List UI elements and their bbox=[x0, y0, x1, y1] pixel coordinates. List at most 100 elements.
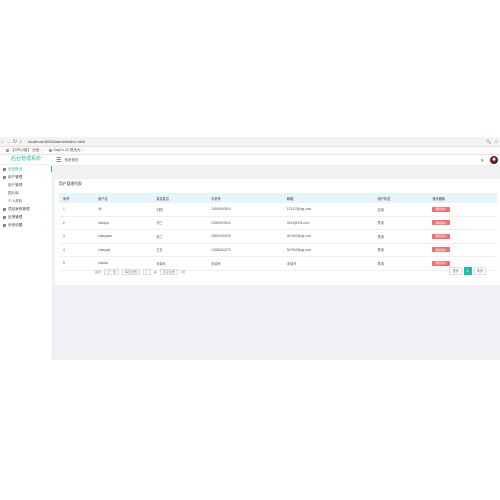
cell-realname: 刘阳 bbox=[152, 203, 208, 217]
pager-pages: 1页 bbox=[180, 270, 186, 274]
home-icon[interactable]: ⌂ bbox=[18, 139, 24, 145]
pager-first[interactable]: 首页 bbox=[95, 270, 101, 274]
delete-user-button[interactable]: 删除用户 bbox=[432, 206, 450, 212]
menu-toggle-icon[interactable]: ☰ bbox=[56, 157, 61, 164]
column-header: 操作删除 bbox=[428, 193, 497, 203]
user-icon bbox=[3, 175, 6, 179]
cell-index: 4 bbox=[59, 243, 95, 257]
table-header-row: 序号 用户名 真实姓名 手机号 邮箱 用户状态 操作删除 bbox=[59, 193, 497, 203]
bookmark-icon bbox=[6, 149, 9, 152]
pagination-info: 首页 上一页 每页条数 1 第 共总条数 1页 bbox=[95, 269, 185, 275]
column-header: 邮箱 bbox=[282, 193, 374, 203]
breadcrumb: 系统首页 bbox=[64, 157, 79, 162]
cell-status: 禁用 bbox=[373, 243, 429, 257]
cell-action: 删除用户 bbox=[428, 216, 497, 230]
sidebar-group-settings[interactable]: 系统设置 ⌄ bbox=[0, 221, 52, 229]
table-row: 1 lhl 刘阳 15180000000 123123@qq.com 启用 删除… bbox=[59, 203, 497, 217]
user-table: 序号 用户名 真实姓名 手机号 邮箱 用户状态 操作删除 1 lhl 刘阳 15 bbox=[59, 193, 497, 271]
column-header: 手机号 bbox=[207, 193, 283, 203]
cell-status: 禁用 bbox=[373, 216, 429, 230]
chevron-down-icon: ⌄ bbox=[41, 223, 44, 227]
bell-icon[interactable]: ✎ bbox=[481, 158, 484, 163]
app-screenshot: ← → ↻ ⌂ localhost:8080/admin/index.html … bbox=[0, 137, 500, 360]
column-header: 用户状态 bbox=[373, 193, 429, 203]
cell-index: 3 bbox=[59, 229, 95, 244]
pagination: 首页 1 末页 bbox=[449, 267, 486, 275]
avatar[interactable] bbox=[490, 156, 498, 164]
table-row: 4 zhangsa 王五 13335281273 567542@qq.com 禁… bbox=[59, 243, 497, 257]
cell-username: hahaya bbox=[94, 216, 153, 230]
sidebar-item-feedback[interactable]: 反馈管理 bbox=[0, 213, 52, 221]
sidebar-group-projects[interactable]: 项目案例管理 ⌄ bbox=[0, 205, 52, 213]
cell-phone: 未填写 bbox=[207, 256, 283, 271]
cell-phone: 13390929912 bbox=[207, 216, 283, 230]
cell-index: 2 bbox=[59, 216, 95, 230]
folder-icon bbox=[3, 207, 6, 211]
cell-index: 1 bbox=[59, 203, 95, 217]
pager-prev[interactable]: 上一页 bbox=[104, 269, 120, 275]
cell-realname: 张三 bbox=[152, 229, 208, 244]
browser-url-bar: ← → ↻ ⌂ localhost:8080/admin/index.html … bbox=[0, 137, 500, 147]
column-header: 序号 bbox=[59, 193, 95, 203]
chevron-down-icon: ⌄ bbox=[41, 175, 44, 179]
cell-status: 启用 bbox=[373, 203, 429, 217]
pager-label: 第 bbox=[153, 270, 157, 274]
user-list-card: 用户管理列表 序号 用户名 真实姓名 手机号 邮箱 用户状态 操作删除 1 lh… bbox=[55, 179, 500, 285]
cell-status: 禁用 bbox=[373, 229, 429, 244]
delete-user-button[interactable]: 删除用户 bbox=[432, 260, 450, 266]
pager-last-button[interactable]: 末页 bbox=[473, 267, 486, 275]
cell-action: 删除用户 bbox=[428, 229, 497, 244]
home-icon bbox=[3, 167, 6, 171]
chevron-down-icon: ⌄ bbox=[41, 207, 44, 211]
cell-username: zhaoliu bbox=[94, 256, 153, 271]
gear-icon bbox=[3, 223, 6, 227]
sidebar: 后台管理系统 系统首页 用户管理 ⌄ 用户管理 图片库 个人资料 项目案例管理 ⌄ … bbox=[0, 155, 53, 360]
page-title: 用户管理列表 bbox=[59, 182, 82, 186]
address-text[interactable]: localhost:8080/admin/index.html bbox=[28, 139, 85, 144]
delete-user-button[interactable]: 删除用户 bbox=[432, 233, 450, 239]
bookmark-icon bbox=[48, 149, 52, 152]
column-header: 用户名 bbox=[94, 193, 153, 203]
sidebar-item-gallery[interactable]: 图片库 bbox=[0, 189, 52, 197]
content-panel: 用户管理列表 序号 用户名 真实姓名 手机号 邮箱 用户状态 操作删除 1 lh… bbox=[55, 179, 500, 360]
total-count: 共总条数 bbox=[159, 269, 178, 275]
cell-phone: 15180000000 bbox=[207, 229, 283, 244]
page-number-input[interactable]: 1 bbox=[143, 269, 151, 275]
sidebar-group-users[interactable]: 用户管理 ⌄ bbox=[0, 173, 52, 181]
star-icon[interactable]: ☆ bbox=[494, 139, 498, 144]
cell-email: 123123@qq.com bbox=[282, 203, 374, 217]
cell-action: 删除用户 bbox=[428, 203, 497, 217]
sidebar-item-profile[interactable]: 个人资料 bbox=[0, 197, 52, 205]
cell-email: 567542@qq.com bbox=[282, 229, 374, 244]
cell-realname: 刘三 bbox=[152, 216, 208, 230]
cell-realname: 王五 bbox=[152, 243, 208, 257]
top-header: ☰ 系统首页 ✎ bbox=[52, 155, 500, 166]
table-row: 3 zhangsan 张三 15180000000 567542@qq.com … bbox=[59, 229, 497, 244]
cell-phone: 15180000000 bbox=[207, 203, 283, 217]
sidebar-item-user-manage[interactable]: 用户管理 bbox=[0, 181, 52, 189]
delete-user-button[interactable]: 删除用户 bbox=[432, 247, 450, 253]
cell-email: 3313@231.com bbox=[282, 216, 374, 230]
sidebar-item-home[interactable]: 系统首页 bbox=[0, 165, 52, 173]
cell-email: 567542@qq.com bbox=[282, 243, 374, 257]
pager-first-button[interactable]: 首页 bbox=[449, 267, 462, 275]
bookmark-item[interactable]: 【DIR小组】 分组… bbox=[6, 148, 43, 153]
column-header: 真实姓名 bbox=[152, 193, 208, 203]
cell-username: zhangsa bbox=[94, 243, 153, 257]
cell-phone: 13335281273 bbox=[207, 243, 283, 257]
search-icon[interactable]: 🔍 bbox=[486, 139, 491, 144]
feedback-icon bbox=[3, 215, 6, 219]
pager-current-page[interactable]: 1 bbox=[463, 267, 472, 275]
table-row: 2 hahaya 刘三 13390929912 3313@231.com 禁用 … bbox=[59, 216, 497, 230]
cell-realname: 未填写 bbox=[152, 256, 208, 271]
cell-username: zhangsan bbox=[94, 229, 153, 244]
cell-username: lhl bbox=[94, 203, 153, 217]
cell-email: 未填写 bbox=[282, 256, 374, 271]
brand-title: 后台管理系统 bbox=[0, 155, 52, 165]
bookmarks-bar: 【DIR小组】 分组… SayCo 24 首页大… bbox=[0, 147, 500, 155]
cell-index: 5 bbox=[59, 256, 95, 271]
page-size-select[interactable]: 每页条数 bbox=[122, 269, 141, 275]
table-row: 5 zhaoliu 未填写 未填写 未填写 禁用 删除用户 bbox=[59, 256, 497, 271]
bookmark-item[interactable]: SayCo 24 首页大… bbox=[48, 148, 84, 153]
delete-user-button[interactable]: 删除用户 bbox=[432, 220, 450, 226]
